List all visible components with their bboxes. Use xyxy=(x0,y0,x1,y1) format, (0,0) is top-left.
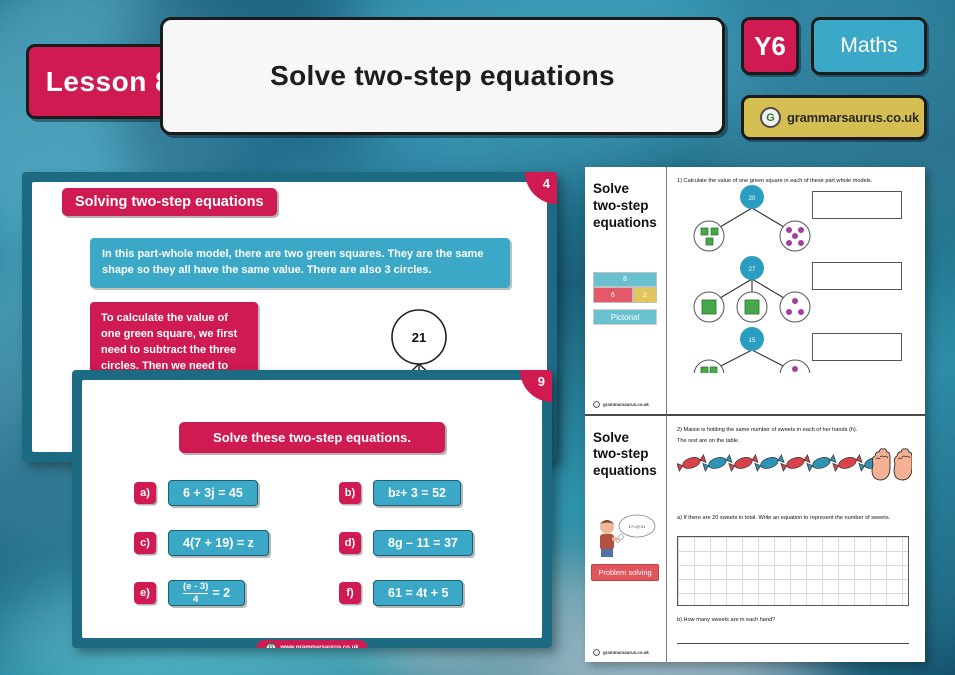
worksheet-heading: Solve two-step equations xyxy=(593,181,657,230)
answer-grid-box[interactable] xyxy=(677,535,909,606)
equation-label-c: c) xyxy=(134,532,156,554)
brand-url-label: grammarsaurus.co.uk xyxy=(787,110,920,125)
answer-line[interactable] xyxy=(677,643,909,644)
equation-e-fraction: (e - 3) 4 xyxy=(183,581,209,605)
equation-value-a[interactable]: 6 + 3j = 45 xyxy=(168,480,258,506)
year-group-badge: Y6 xyxy=(741,17,799,75)
page-title: Solve two-step equations xyxy=(270,60,615,91)
worksheet-footer-url: grammarsaurus.co.uk xyxy=(603,401,649,407)
slide-card-front[interactable]: Solve these two-step equations. a) 6 + 3… xyxy=(72,370,552,648)
equation-value-d[interactable]: 8g – 11 = 37 xyxy=(373,530,473,556)
worksheet-content: 1) Calculate the value of one green squa… xyxy=(667,167,925,414)
equation-item-d: d) 8g – 11 = 37 xyxy=(317,530,512,556)
grammarsaurus-logo-icon xyxy=(593,649,600,656)
equation-b-base: b xyxy=(388,486,396,500)
bar-model-part-left: 6 xyxy=(593,287,633,303)
equations-banner: Solve these two-step equations. xyxy=(179,422,445,453)
equation-label-b: b) xyxy=(339,482,361,504)
slide-footer-brand-pill[interactable]: G www.grammarsaurus.co.uk xyxy=(256,640,368,648)
page-header: Lesson 8 Solve two-step equations Y6 Mat… xyxy=(0,0,955,150)
year-group-label: Y6 xyxy=(754,30,786,61)
worksheet-problem-solving[interactable]: Solve two-step equations 17=2j+31 Proble… xyxy=(585,413,925,663)
bar-model-whole: 8 xyxy=(593,272,657,287)
slide-back-info-box: In this part-whole model, there are two … xyxy=(90,238,510,288)
worksheet-panel[interactable]: Solve two-step equations 8 6 2 Pictorial… xyxy=(585,167,925,662)
equation-value-b[interactable]: b2 + 3 = 52 xyxy=(373,480,461,506)
answer-box-1[interactable] xyxy=(812,191,902,219)
brand-badge[interactable]: G grammarsaurus.co.uk xyxy=(741,95,927,140)
equation-item-a: a) 6 + 3j = 45 xyxy=(112,480,307,506)
fist-hand-icon-left xyxy=(871,447,891,480)
lesson-label: Lesson 8 xyxy=(45,65,172,97)
model-1-total: 20 xyxy=(749,196,756,202)
fist-hand-icon-right xyxy=(893,447,912,480)
worksheet-footer-url: grammarsaurus.co.uk xyxy=(603,650,649,655)
equation-e-numerator: (e - 3) xyxy=(183,581,209,592)
equation-item-e: e) (e - 3) 4 = 2 xyxy=(112,580,307,606)
worksheet-pictorial[interactable]: Solve two-step equations 8 6 2 Pictorial… xyxy=(585,167,925,414)
worksheet-sidebar: Solve two-step equations 17=2j+31 Proble… xyxy=(585,415,667,662)
category-label-pictorial: Pictorial xyxy=(593,309,657,325)
worksheet-footer: grammarsaurus.co.uk xyxy=(593,649,649,656)
lesson-title-card: Solve two-step equations xyxy=(160,17,725,135)
grammarsaurus-logo-icon xyxy=(593,400,600,408)
part-whole-model-2: 27 xyxy=(693,256,811,323)
model-3-total: 15 xyxy=(749,338,756,344)
svg-text:17=2j+31: 17=2j+31 xyxy=(629,524,646,529)
worksheet-question-2a: a) If there are 20 sweets in total. Writ… xyxy=(677,514,891,521)
equation-item-c: c) 4(7 + 19) = z xyxy=(112,530,307,556)
subject-badge: Maths xyxy=(811,17,927,75)
worksheet-question-2b: b) How many sweets are in each hand? xyxy=(677,616,776,623)
answer-box-2[interactable] xyxy=(812,262,902,290)
thinking-child-icon: 17=2j+31 xyxy=(600,514,656,557)
answer-box-3[interactable] xyxy=(812,333,902,361)
grammarsaurus-logo-icon: G xyxy=(265,642,277,648)
slide-footer-url: www.grammarsaurus.co.uk xyxy=(280,645,359,648)
equation-label-e: e) xyxy=(134,582,156,604)
model-2-total: 27 xyxy=(749,267,756,273)
sweets-and-hands-illustration xyxy=(677,447,912,480)
worksheet-footer: grammarsaurus.co.uk xyxy=(593,400,649,408)
equation-value-c[interactable]: 4(7 + 19) = z xyxy=(168,530,269,556)
worksheet-content: 2) Maisie is holding the same number of … xyxy=(667,416,925,663)
subject-label: Maths xyxy=(840,34,898,57)
equation-label-a: a) xyxy=(134,482,156,504)
equations-grid: a) 6 + 3j = 45 b) b2 + 3 = 52 c) 4(7 + 1… xyxy=(112,480,512,606)
worksheet-sidebar: Solve two-step equations 8 6 2 Pictorial… xyxy=(585,167,667,414)
equation-value-f[interactable]: 61 = 4t + 5 xyxy=(373,580,464,606)
equation-item-f: f) 61 = 4t + 5 xyxy=(317,580,512,606)
grammarsaurus-logo-icon: G xyxy=(760,107,781,128)
part-whole-models-group: 20 27 15 xyxy=(693,185,811,373)
worksheet-heading: Solve two-step equations xyxy=(593,429,657,479)
equation-label-f: f) xyxy=(339,582,361,604)
sweet-icon-group xyxy=(677,453,889,472)
worksheet-question-2: 2) Maisie is holding the same number of … xyxy=(677,426,858,433)
equation-label-d: d) xyxy=(339,532,361,554)
equation-value-e[interactable]: (e - 3) 4 = 2 xyxy=(168,580,246,606)
equation-e-denominator: 4 xyxy=(183,592,209,605)
equation-item-b: b) b2 + 3 = 52 xyxy=(317,480,512,506)
bar-model-icon: 8 6 2 Pictorial xyxy=(593,272,657,325)
part-whole-total: 21 xyxy=(412,330,426,345)
part-whole-model-3: 15 xyxy=(693,327,811,373)
category-label-problem-solving: Problem solving xyxy=(591,563,659,581)
equation-e-rest: = 2 xyxy=(212,586,231,600)
worksheet-question-2-sub: The rest are on the table. xyxy=(677,438,740,445)
bar-model-part-right: 2 xyxy=(632,287,657,303)
slide-back-title: Solving two-step equations xyxy=(62,188,277,216)
part-whole-model-1: 20 xyxy=(693,185,811,252)
equation-b-rest: + 3 = 52 xyxy=(400,486,446,500)
